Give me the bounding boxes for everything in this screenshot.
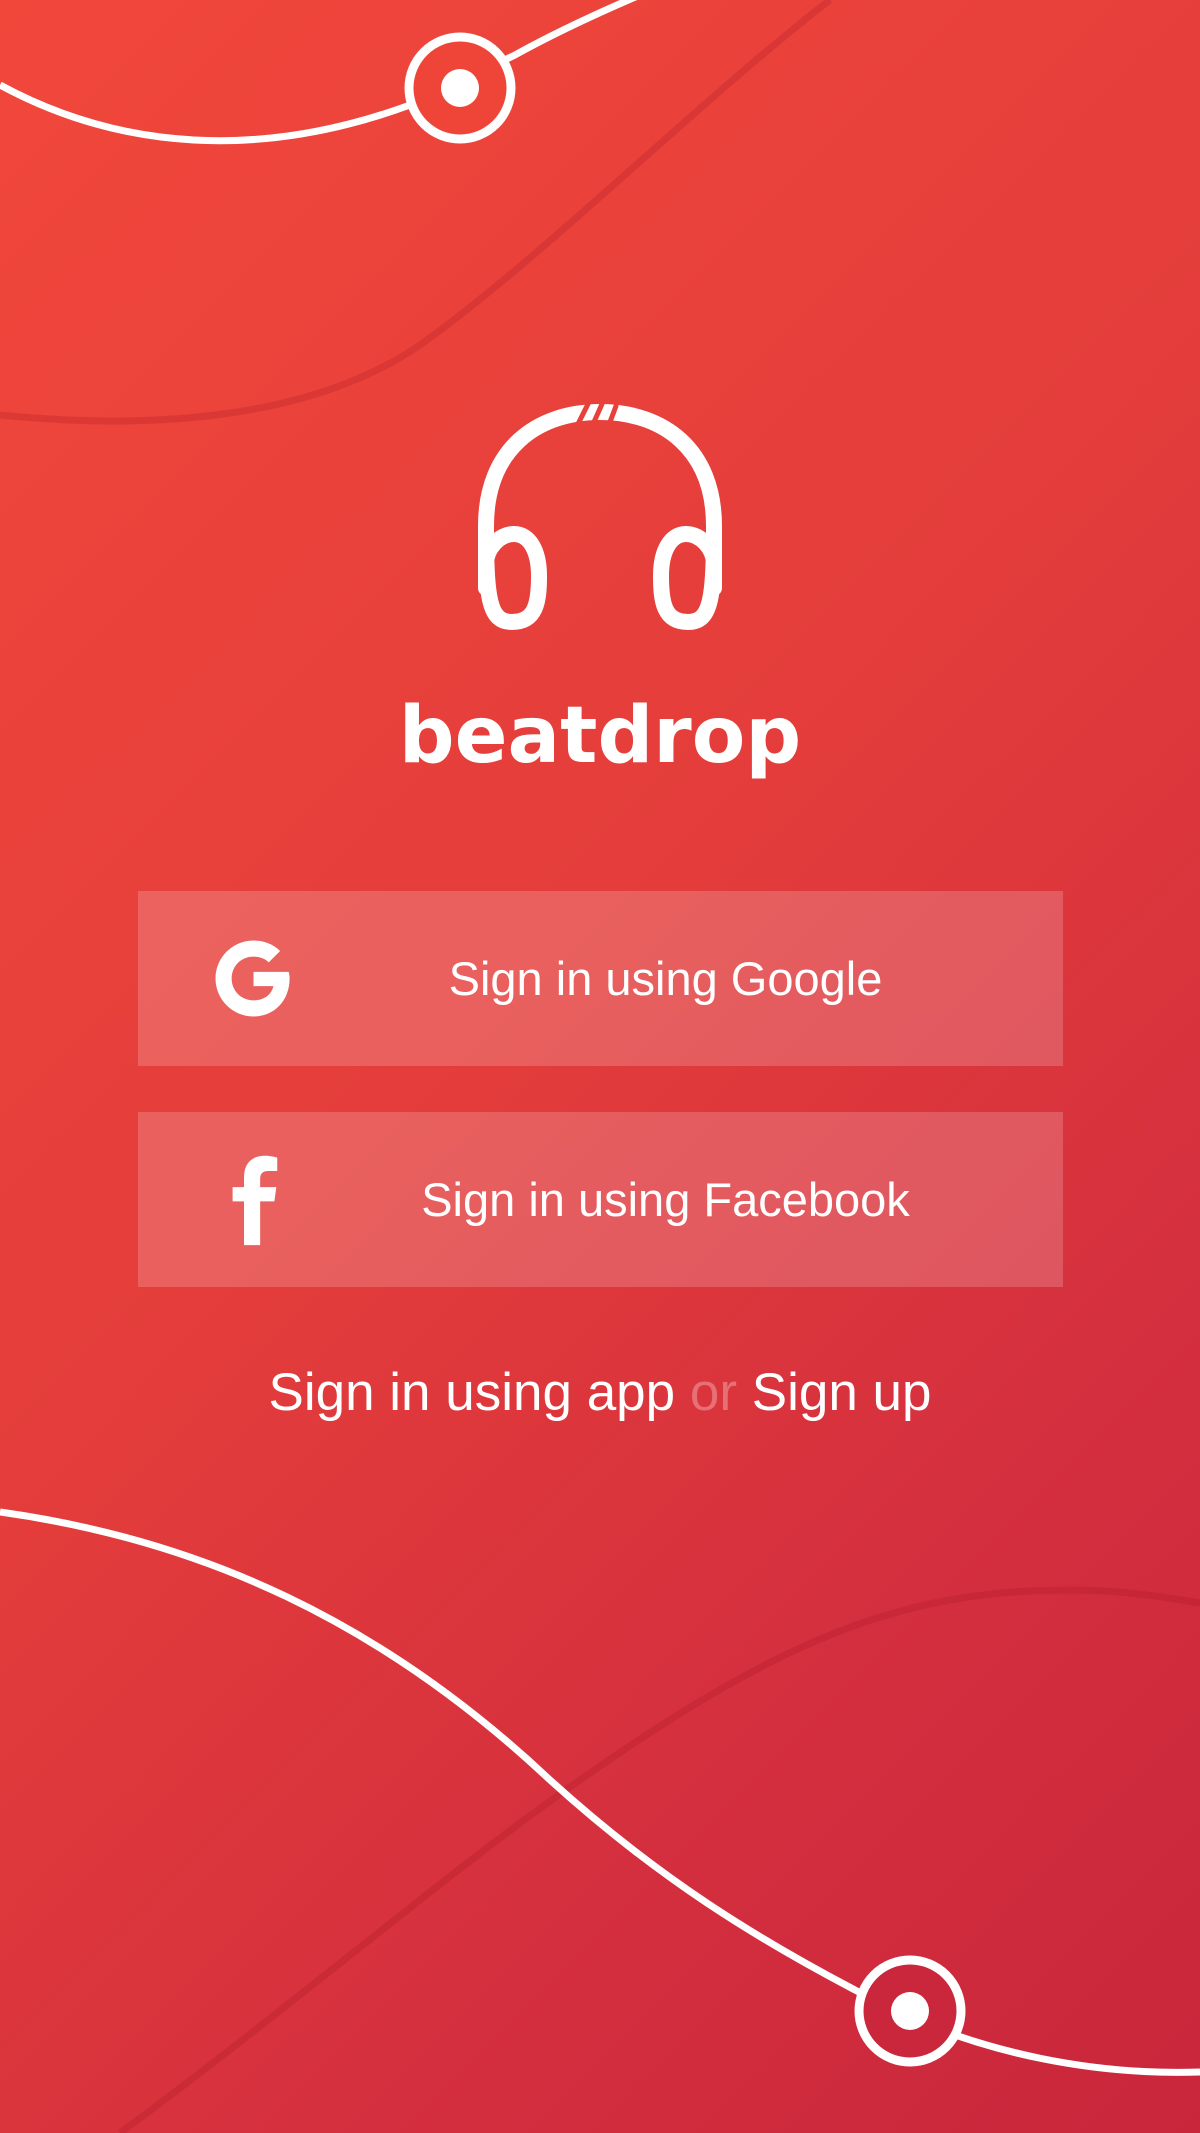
app-name: beatdrop [398, 691, 802, 781]
headphones-icon [478, 404, 722, 630]
signin-app-link[interactable]: Sign in using app [268, 1363, 675, 1422]
decor-node-bottom [854, 1955, 966, 2067]
decor-curve-bottom [0, 1508, 1200, 2076]
google-signin-button[interactable]: Sign in using Google [138, 891, 1063, 1066]
facebook-signin-button[interactable]: Sign in using Facebook [138, 1112, 1063, 1287]
decor-curve-top-dark [0, 0, 833, 425]
links-separator-text: or [689, 1363, 737, 1422]
bottom-links: Sign in using app or Sign up [0, 1358, 1200, 1428]
signup-link[interactable]: Sign up [752, 1363, 932, 1422]
decor-node-top [404, 32, 516, 144]
google-icon [215, 940, 290, 1017]
decor-curve-top [0, 0, 638, 145]
google-signin-label: Sign in using Google [448, 952, 883, 1005]
background-decoration [0, 0, 1200, 2133]
facebook-signin-label: Sign in using Facebook [421, 1173, 910, 1226]
facebook-icon [232, 1155, 278, 1246]
decor-curve-bottom-dark [117, 1586, 1200, 2133]
links-separator: or [690, 1363, 752, 1422]
